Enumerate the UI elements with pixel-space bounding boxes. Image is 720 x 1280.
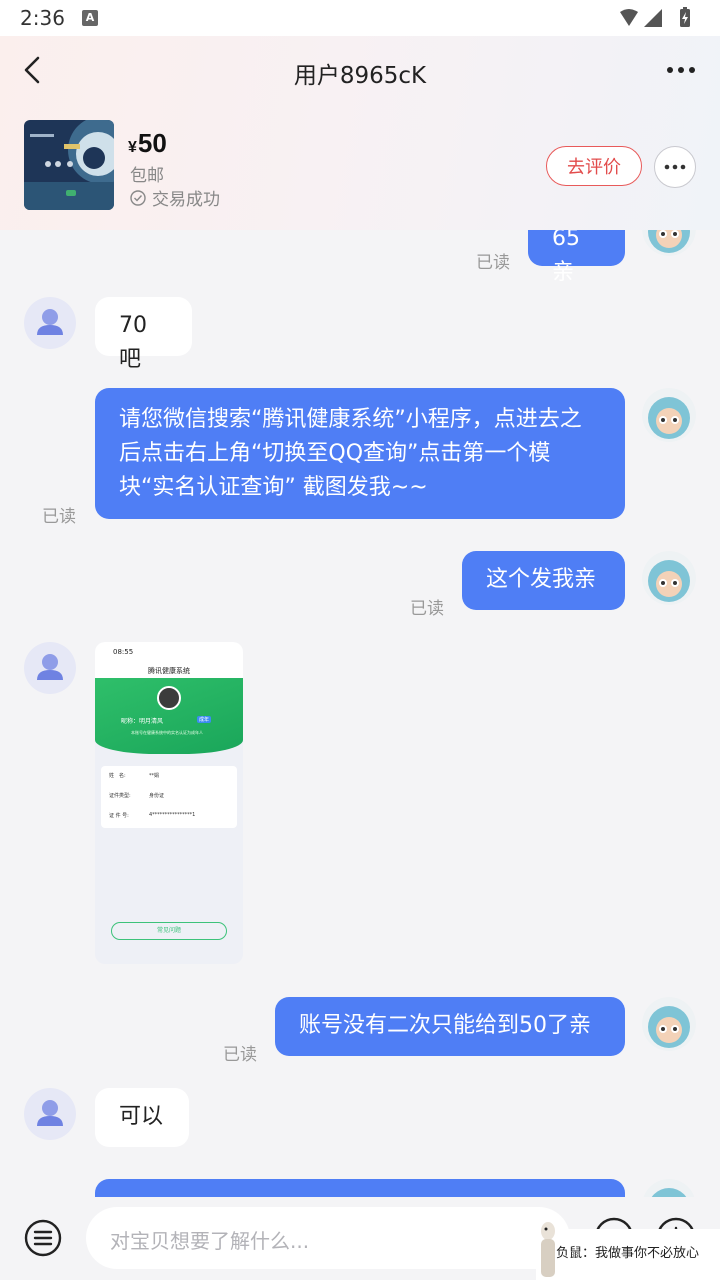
message-text: 70吧 (119, 313, 147, 372)
image-message[interactable]: 08:55 腾讯健康系统 昵称：明月清风 成年 本账号在健康系统中的实名认证为成… (95, 642, 243, 964)
user-icon (37, 309, 63, 335)
my-avatar[interactable] (642, 230, 696, 256)
shot-tag: 成年 (197, 716, 212, 723)
contact-avatar[interactable] (24, 642, 76, 694)
shot-row-label: 证 件 号: (109, 813, 129, 819)
deal-status: 交易成功 (130, 185, 220, 210)
notification-icon: A (82, 10, 98, 26)
my-avatar[interactable] (642, 551, 696, 605)
more-options-icon[interactable] (666, 58, 696, 82)
price-value: 50 (137, 128, 167, 158)
status-bar: 2:36 A (0, 0, 720, 36)
message-bubble[interactable]: 请您微信搜索“腾讯健康系统”小程序，点进去之后点击右上角“切换至QQ查询”点击第… (95, 388, 625, 519)
price-currency: ¥ (128, 139, 137, 156)
read-receipt: 已读 (410, 599, 444, 619)
input-placeholder: 对宝贝想要了解什么... (110, 1229, 310, 1253)
overlay-text: 负鼠：我做事你不必放心 (556, 1246, 700, 1261)
message-bubble[interactable]: 70吧 (95, 297, 192, 372)
shot-row-label: 姓 名: (109, 773, 126, 779)
message-bubble[interactable]: 这个发我亲 (462, 551, 625, 610)
shot-row-label: 证件类型: (109, 793, 131, 799)
message-bubble[interactable]: 可以 (95, 1088, 189, 1147)
user-icon (37, 654, 63, 680)
my-avatar[interactable] (642, 1179, 696, 1197)
review-button[interactable]: 去评价 (546, 146, 642, 186)
shipping-label: 包邮 (130, 166, 164, 186)
status-time: 2:36 (20, 6, 65, 30)
floating-overlay[interactable]: 负鼠：我做事你不必放心 (536, 1222, 720, 1280)
message-text: 请您微信搜索“腾讯健康系统”小程序，点进去之后点击右上角“切换至QQ查询”点击第… (119, 407, 582, 500)
shot-time: 08:55 (113, 648, 134, 656)
page-title: 用户8965cK (293, 63, 427, 89)
check-circle-icon (130, 189, 146, 206)
menu-icon[interactable] (24, 1219, 62, 1257)
shot-row-value: **娟 (149, 773, 160, 779)
message-input[interactable]: 对宝贝想要了解什么... (86, 1207, 570, 1269)
deal-status-text: 交易成功 (152, 190, 220, 210)
message-text: 可以 (119, 1104, 164, 1129)
contact-avatar[interactable] (24, 1088, 76, 1140)
message-text: 账号没有二次只能给到50了亲 (299, 1013, 591, 1038)
message-text: 这个发我亲 (486, 567, 597, 592)
shot-row-value: 4****************1 (149, 812, 196, 818)
my-avatar[interactable] (642, 388, 696, 442)
user-icon (37, 1100, 63, 1126)
message-text: 65亲 (552, 230, 580, 285)
product-price: ¥50 (128, 128, 167, 159)
product-more-button[interactable] (654, 146, 696, 188)
shot-faq-button: 常见问题 (111, 922, 227, 940)
system-icons (620, 7, 690, 27)
shot-info-card: 姓 名: **娟 证件类型: 身份证 证 件 号: 4*************… (101, 766, 237, 828)
mascot-icon (541, 1222, 555, 1277)
my-avatar[interactable] (642, 997, 696, 1051)
read-receipt: 已读 (42, 507, 76, 527)
chat-header: 用户8965cK ¥50 包邮 交易成功 去评价 (0, 36, 720, 230)
message-bubble[interactable]: 账号没有二次只能给到50了亲 (275, 997, 625, 1056)
shot-row-value: 身份证 (149, 793, 165, 799)
chat-area[interactable]: 65亲 已读 70吧 请您微信搜索“腾讯健康系统”小程序，点进去之后点击右上角“… (0, 230, 720, 1197)
message-bubble[interactable]: 65亲 (528, 230, 625, 285)
contact-avatar[interactable] (24, 297, 76, 349)
shot-avatar (157, 686, 181, 710)
shot-subtitle: 本账号在健康系统中的实名认证为成年人 (131, 730, 203, 735)
message-bubble-partial[interactable] (95, 1179, 625, 1197)
product-thumbnail[interactable] (24, 120, 114, 210)
input-bar: 对宝贝想要了解什么... 负鼠：我做事你不必放心 (0, 1197, 720, 1280)
read-receipt: 已读 (223, 1045, 257, 1065)
ellipsis-icon (664, 164, 686, 170)
read-receipt: 已读 (476, 253, 510, 273)
shot-app-title: 腾讯健康系统 (148, 667, 190, 675)
shot-nickname: 昵称：明月清风 (121, 718, 164, 725)
